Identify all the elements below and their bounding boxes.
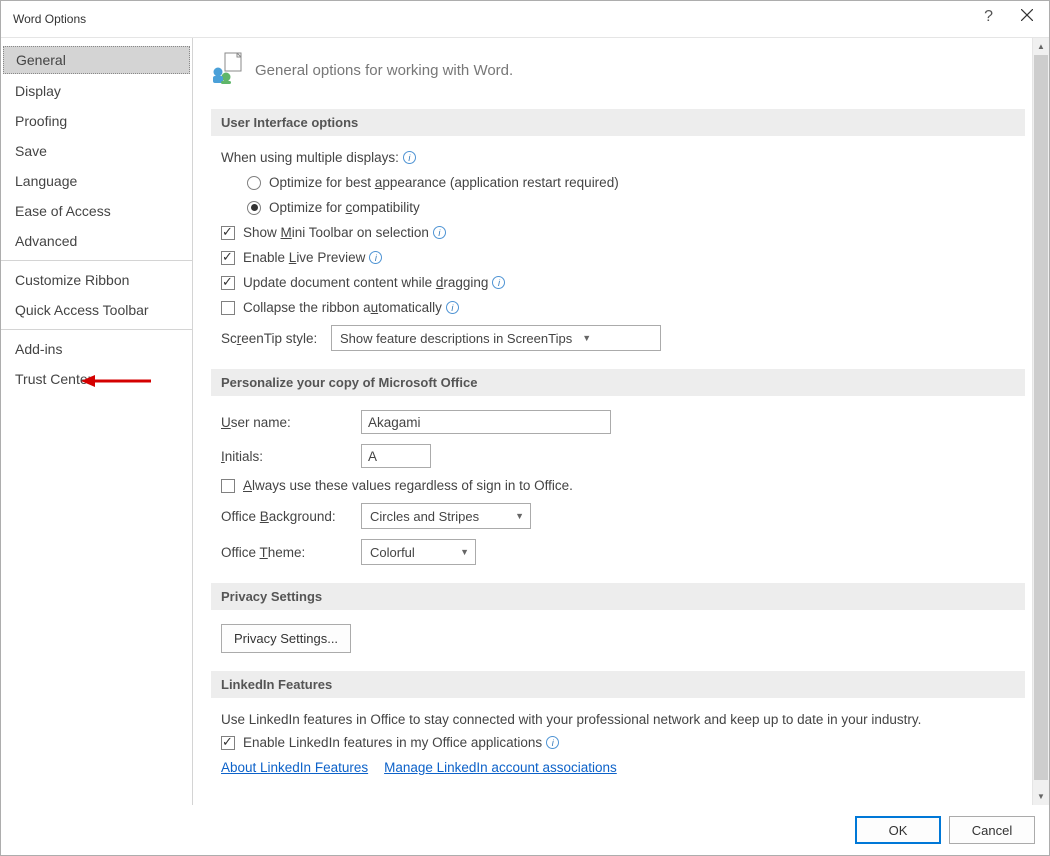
sidebar-item-add-ins[interactable]: Add-ins bbox=[1, 334, 192, 364]
window-title: Word Options bbox=[13, 12, 86, 26]
initials-label: Initials: bbox=[221, 449, 361, 464]
screentip-dropdown[interactable]: Show feature descriptions in ScreenTips▼ bbox=[331, 325, 661, 351]
scroll-up-icon[interactable]: ▲ bbox=[1033, 38, 1049, 55]
titlebar: Word Options ? bbox=[1, 1, 1049, 37]
info-icon[interactable]: i bbox=[369, 251, 382, 264]
general-options-icon bbox=[211, 52, 243, 89]
sidebar-separator bbox=[1, 260, 192, 261]
sidebar-item-general[interactable]: General bbox=[3, 46, 190, 74]
sidebar-item-save[interactable]: Save bbox=[1, 136, 192, 166]
dialog-footer: OK Cancel bbox=[1, 805, 1049, 855]
cb-live-preview[interactable] bbox=[221, 251, 235, 265]
cb-enable-linkedin[interactable] bbox=[221, 736, 235, 750]
content: General Display Proofing Save Language E… bbox=[1, 37, 1049, 805]
radio-compatibility-label: Optimize for compatibility bbox=[269, 200, 420, 215]
help-icon[interactable]: ? bbox=[984, 8, 993, 26]
ok-button[interactable]: OK bbox=[855, 816, 941, 844]
privacy-settings-button[interactable]: Privacy Settings... bbox=[221, 624, 351, 653]
cb-always-use-values[interactable] bbox=[221, 479, 235, 493]
username-label: User name: bbox=[221, 415, 361, 430]
cb-mini-toolbar[interactable] bbox=[221, 226, 235, 240]
sidebar: General Display Proofing Save Language E… bbox=[1, 38, 193, 805]
cb-mini-toolbar-label: Show Mini Toolbar on selection bbox=[243, 225, 429, 240]
info-icon[interactable]: i bbox=[546, 736, 559, 749]
sidebar-item-ease-of-access[interactable]: Ease of Access bbox=[1, 196, 192, 226]
office-bg-dropdown[interactable]: Circles and Stripes▼ bbox=[361, 503, 531, 529]
sidebar-item-proofing[interactable]: Proofing bbox=[1, 106, 192, 136]
cb-always-use-values-label: Always use these values regardless of si… bbox=[243, 478, 573, 493]
sidebar-separator bbox=[1, 329, 192, 330]
cb-live-preview-label: Enable Live Preview bbox=[243, 250, 365, 265]
close-icon[interactable] bbox=[1021, 8, 1033, 26]
page-header: General options for working with Word. bbox=[211, 52, 1025, 89]
sidebar-item-quick-access[interactable]: Quick Access Toolbar bbox=[1, 295, 192, 325]
window-controls: ? bbox=[984, 8, 1033, 26]
office-theme-dropdown[interactable]: Colorful▼ bbox=[361, 539, 476, 565]
cancel-button[interactable]: Cancel bbox=[949, 816, 1035, 844]
linkedin-desc: Use LinkedIn features in Office to stay … bbox=[221, 712, 921, 727]
cb-update-dragging-label: Update document content while dragging bbox=[243, 275, 488, 290]
sidebar-item-customize-ribbon[interactable]: Customize Ribbon bbox=[1, 265, 192, 295]
cb-collapse-ribbon-label: Collapse the ribbon automatically bbox=[243, 300, 442, 315]
link-manage-linkedin[interactable]: Manage LinkedIn account associations bbox=[384, 760, 617, 775]
sidebar-item-language[interactable]: Language bbox=[1, 166, 192, 196]
sidebar-item-trust-center[interactable]: Trust Center bbox=[1, 364, 192, 394]
radio-best-appearance-label: Optimize for best appearance (applicatio… bbox=[269, 175, 619, 190]
info-icon[interactable]: i bbox=[403, 151, 416, 164]
main-panel: General options for working with Word. U… bbox=[193, 38, 1049, 805]
cb-collapse-ribbon[interactable] bbox=[221, 301, 235, 315]
info-icon[interactable]: i bbox=[433, 226, 446, 239]
cb-enable-linkedin-label: Enable LinkedIn features in my Office ap… bbox=[243, 735, 542, 750]
page-title: General options for working with Word. bbox=[255, 62, 513, 79]
screentip-label: ScreenTip style: bbox=[221, 331, 331, 346]
initials-input[interactable] bbox=[361, 444, 431, 468]
cb-update-dragging[interactable] bbox=[221, 276, 235, 290]
username-input[interactable] bbox=[361, 410, 611, 434]
section-privacy-title: Privacy Settings bbox=[211, 583, 1025, 610]
section-linkedin-title: LinkedIn Features bbox=[211, 671, 1025, 698]
scroll-thumb[interactable] bbox=[1034, 55, 1048, 780]
vertical-scrollbar[interactable]: ▲ ▼ bbox=[1032, 38, 1049, 805]
office-theme-label: Office Theme: bbox=[221, 545, 361, 560]
radio-best-appearance[interactable] bbox=[247, 176, 261, 190]
section-ui-title: User Interface options bbox=[211, 109, 1025, 136]
section-personalize-title: Personalize your copy of Microsoft Offic… bbox=[211, 369, 1025, 396]
sidebar-item-advanced[interactable]: Advanced bbox=[1, 226, 192, 256]
link-about-linkedin[interactable]: About LinkedIn Features bbox=[221, 760, 368, 775]
info-icon[interactable]: i bbox=[446, 301, 459, 314]
scroll-down-icon[interactable]: ▼ bbox=[1033, 788, 1049, 805]
info-icon[interactable]: i bbox=[492, 276, 505, 289]
office-bg-label: Office Background: bbox=[221, 509, 361, 524]
sidebar-item-display[interactable]: Display bbox=[1, 76, 192, 106]
multiple-displays-label: When using multiple displays:i bbox=[221, 150, 1025, 165]
radio-compatibility[interactable] bbox=[247, 201, 261, 215]
